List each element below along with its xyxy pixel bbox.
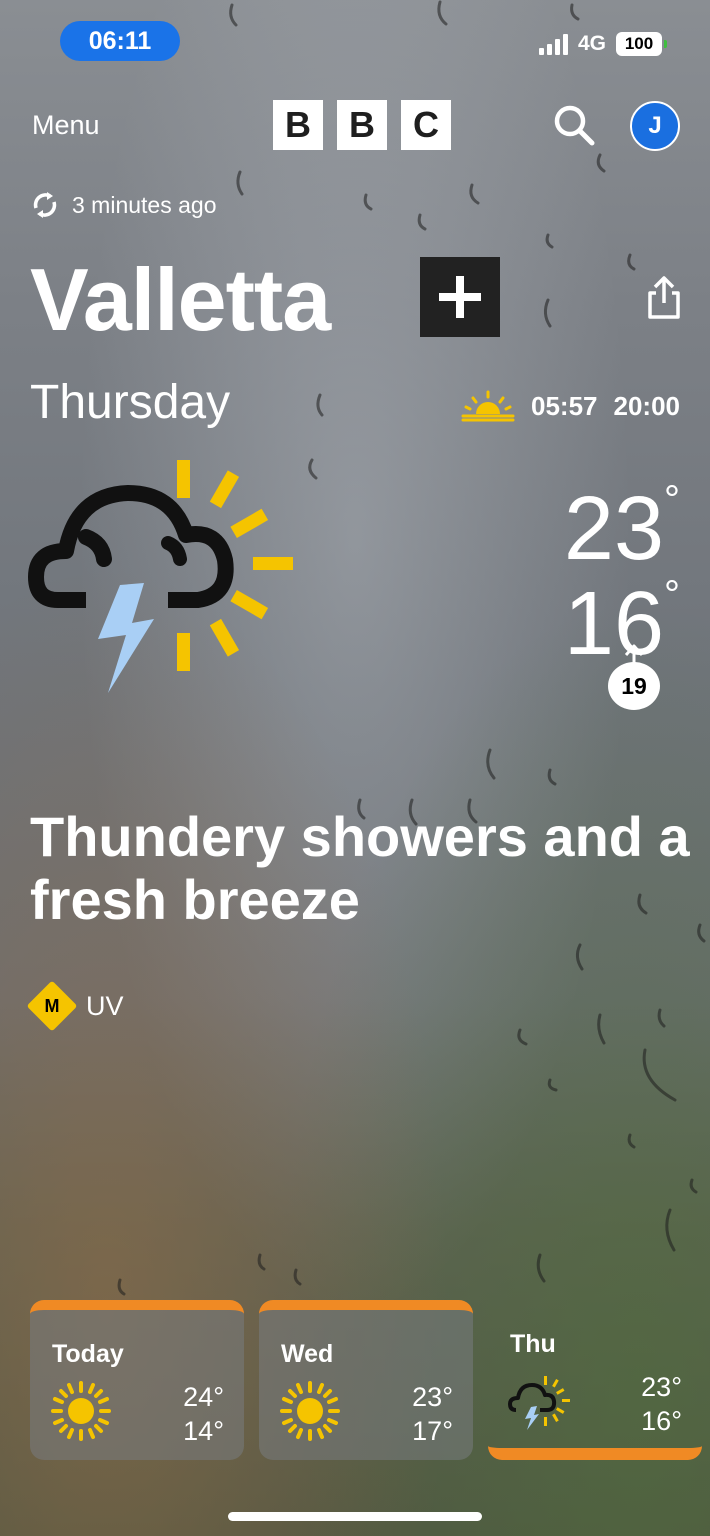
weather-summary: Thundery showers and a fresh breeze [30, 805, 690, 931]
last-updated[interactable]: 3 minutes ago [30, 190, 216, 220]
status-indicators: 4G 100 [538, 32, 667, 56]
plus-icon [439, 276, 481, 318]
sunny-icon [280, 1381, 340, 1441]
battery-icon: 100 [616, 32, 667, 56]
uv-level-badge: M [26, 980, 78, 1032]
forecast-day: Today [52, 1340, 124, 1368]
forecast-card-thu[interactable]: Thu 23° 16° [488, 1300, 702, 1460]
sun-times: 05:57 20:00 [461, 390, 680, 422]
menu-button[interactable]: Menu [32, 110, 100, 141]
logo-letter: B [337, 100, 387, 150]
add-location-button[interactable] [420, 257, 500, 337]
sunrise-time: 05:57 [531, 390, 598, 421]
home-indicator[interactable] [228, 1512, 482, 1521]
logo-letter: B [273, 100, 323, 150]
search-icon[interactable] [552, 103, 596, 147]
signal-icon [538, 33, 568, 55]
forecast-low: 16° [641, 1406, 682, 1436]
thundery-showers-icon [508, 1376, 570, 1430]
refresh-icon[interactable] [30, 190, 60, 220]
sunny-icon [51, 1381, 111, 1441]
bbc-logo[interactable]: B B C [273, 100, 451, 150]
forecast-high: 23° [641, 1372, 682, 1402]
thundery-showers-icon [28, 460, 293, 693]
forecast-card-wed[interactable]: Wed 23° 17° [259, 1300, 473, 1460]
location-title: Valletta [30, 250, 331, 349]
temperature-low: 16° [563, 573, 680, 674]
forecast-day: Wed [281, 1340, 334, 1368]
logo-letter: C [401, 100, 451, 150]
wind-speed-badge: 19 [608, 662, 660, 710]
account-avatar[interactable]: J [630, 101, 680, 151]
forecast-low: 17° [412, 1416, 453, 1446]
selected-day: Thursday [30, 376, 231, 429]
share-icon[interactable] [644, 275, 684, 321]
uv-label: UV [86, 990, 124, 1021]
status-time: 06:11 [60, 21, 180, 61]
forecast-card-today[interactable]: Today 24° 14° [30, 1300, 244, 1460]
forecast-day: Thu [510, 1330, 556, 1358]
network-type: 4G [577, 32, 606, 55]
updated-text: 3 minutes ago [72, 191, 217, 218]
forecast-high: 24° [183, 1382, 224, 1412]
forecast-low: 14° [183, 1416, 224, 1446]
forecast-high: 23° [412, 1382, 453, 1412]
uv-indicator[interactable]: M UV [26, 980, 124, 1032]
sunrise-icon [461, 390, 515, 422]
sunset-time: 20:00 [613, 390, 681, 421]
